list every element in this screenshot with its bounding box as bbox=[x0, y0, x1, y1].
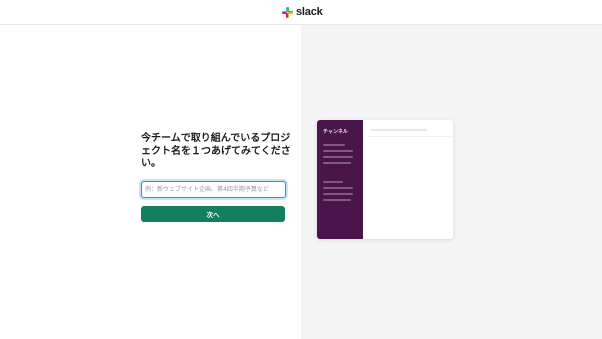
next-button[interactable]: 次へ bbox=[141, 206, 285, 222]
preview-workspace-name: チャンネル bbox=[323, 129, 348, 135]
preview-sidebar-line bbox=[323, 193, 353, 195]
preview-sidebar-line bbox=[323, 187, 353, 189]
preview-sidebar-line bbox=[323, 156, 353, 158]
slack-logo[interactable]: slack bbox=[282, 5, 323, 19]
top-bar: slack bbox=[0, 0, 602, 25]
preview-sidebar-line bbox=[323, 162, 351, 164]
preview-sidebar-line bbox=[323, 150, 353, 152]
page-title: 今チームで取り組んでいるプロジェクト名を１つあげてみてください。 bbox=[141, 133, 291, 169]
preview-header-line bbox=[371, 129, 427, 131]
workspace-preview: チャンネル bbox=[317, 120, 453, 239]
project-name-input[interactable] bbox=[141, 181, 286, 198]
preview-sidebar-line bbox=[323, 181, 343, 183]
preview-divider bbox=[367, 136, 451, 137]
preview-sidebar-line bbox=[323, 199, 351, 201]
preview-sidebar: チャンネル bbox=[317, 120, 363, 239]
preview-sidebar-line bbox=[323, 144, 345, 146]
slack-wordmark: slack bbox=[296, 6, 323, 18]
slack-logo-icon bbox=[282, 6, 293, 18]
